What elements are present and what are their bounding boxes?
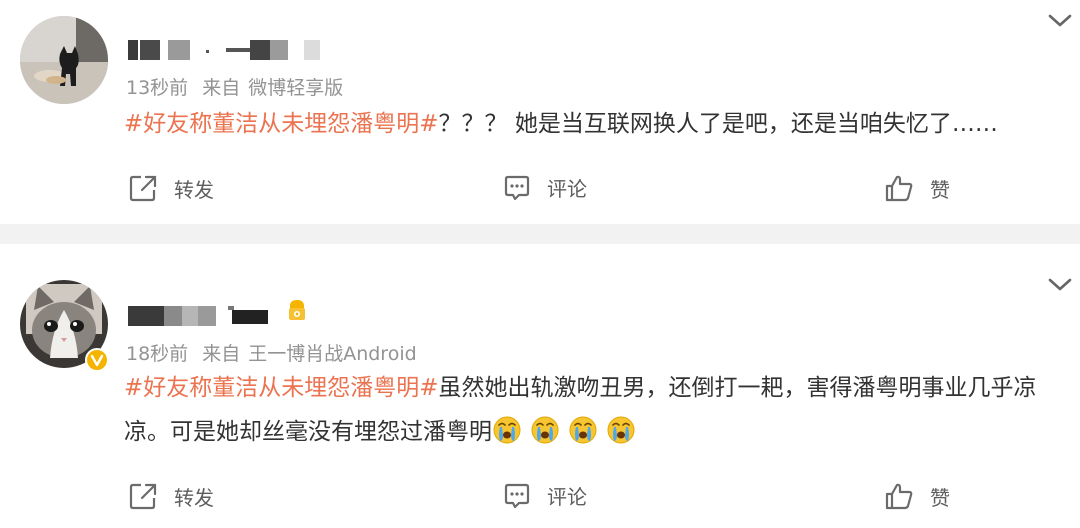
comment-text: #好友称董洁从未埋怨潘粤明#？？？ 她是当互联网换人了是吧，还是当咱失忆了…… bbox=[124, 102, 1069, 146]
like-label: 赞 bbox=[930, 485, 950, 510]
comment-label: 评论 bbox=[547, 177, 587, 201]
comment-card: 18秒前 来自 王一博肖战Android #好友称董洁从未埋怨潘粤明#虽然她出轨激吻… bbox=[0, 244, 1080, 528]
comment-button[interactable]: 评论 bbox=[503, 173, 587, 202]
repost-label: 转发 bbox=[174, 177, 214, 202]
comment-body: ？？？ 她是当互联网换人了是吧，还是当咱失忆了…… bbox=[438, 111, 998, 137]
chevron-down-icon[interactable] bbox=[1046, 10, 1074, 30]
comment-card: 13秒前 来自 微博轻享版 #好友称董洁从未埋怨潘粤明#？？？ 她是当互联网换人了是… bbox=[0, 0, 1080, 224]
comment-icon bbox=[504, 483, 530, 508]
crying-face-icon bbox=[531, 416, 559, 444]
verified-badge bbox=[85, 348, 109, 372]
source-prefix: 来自 bbox=[202, 343, 241, 365]
like-label: 赞 bbox=[930, 177, 950, 202]
source-prefix: 来自 bbox=[202, 77, 241, 99]
repost-icon bbox=[129, 483, 157, 510]
post-time: 18秒前 bbox=[126, 343, 189, 365]
post-source[interactable]: 王一博肖战Android bbox=[248, 343, 416, 365]
comment-text: #好友称董洁从未埋怨潘粤明#虽然她出轨激吻丑男，还倒打一耙，害得潘粤明事业几乎凉… bbox=[124, 366, 1069, 454]
emoji-group bbox=[492, 416, 644, 445]
avatar[interactable] bbox=[20, 16, 108, 104]
crying-face-icon bbox=[607, 416, 635, 444]
comment-icon bbox=[504, 175, 530, 200]
verified-v-icon bbox=[90, 354, 104, 367]
hashtag-link[interactable]: #好友称董洁从未埋怨潘粤明# bbox=[124, 375, 439, 401]
crying-face-icon bbox=[493, 416, 521, 444]
thumbs-up-icon bbox=[885, 175, 913, 202]
repost-icon bbox=[129, 175, 157, 202]
like-button[interactable]: 赞 bbox=[884, 173, 950, 203]
repost-button[interactable]: 转发 bbox=[128, 173, 214, 203]
hashtag-link[interactable]: #好友称董洁从未埋怨潘粤明# bbox=[124, 111, 439, 137]
chevron-down-icon[interactable] bbox=[1046, 274, 1074, 294]
post-meta: 13秒前 来自 微博轻享版 bbox=[126, 73, 357, 100]
comment-label: 评论 bbox=[547, 485, 587, 509]
post-source[interactable]: 微博轻享版 bbox=[248, 77, 343, 99]
post-time: 13秒前 bbox=[126, 77, 189, 99]
like-button[interactable]: 赞 bbox=[884, 481, 950, 511]
cat-photo-avatar-image bbox=[20, 16, 108, 104]
repost-label: 转发 bbox=[174, 485, 214, 510]
thumbs-up-icon bbox=[885, 483, 913, 510]
comment-button[interactable]: 评论 bbox=[503, 481, 587, 510]
vip-badge-icon bbox=[289, 300, 305, 320]
post-meta: 18秒前 来自 王一博肖战Android bbox=[126, 339, 431, 366]
card-separator bbox=[0, 224, 1080, 244]
crying-face-icon bbox=[569, 416, 597, 444]
repost-button[interactable]: 转发 bbox=[128, 481, 214, 511]
